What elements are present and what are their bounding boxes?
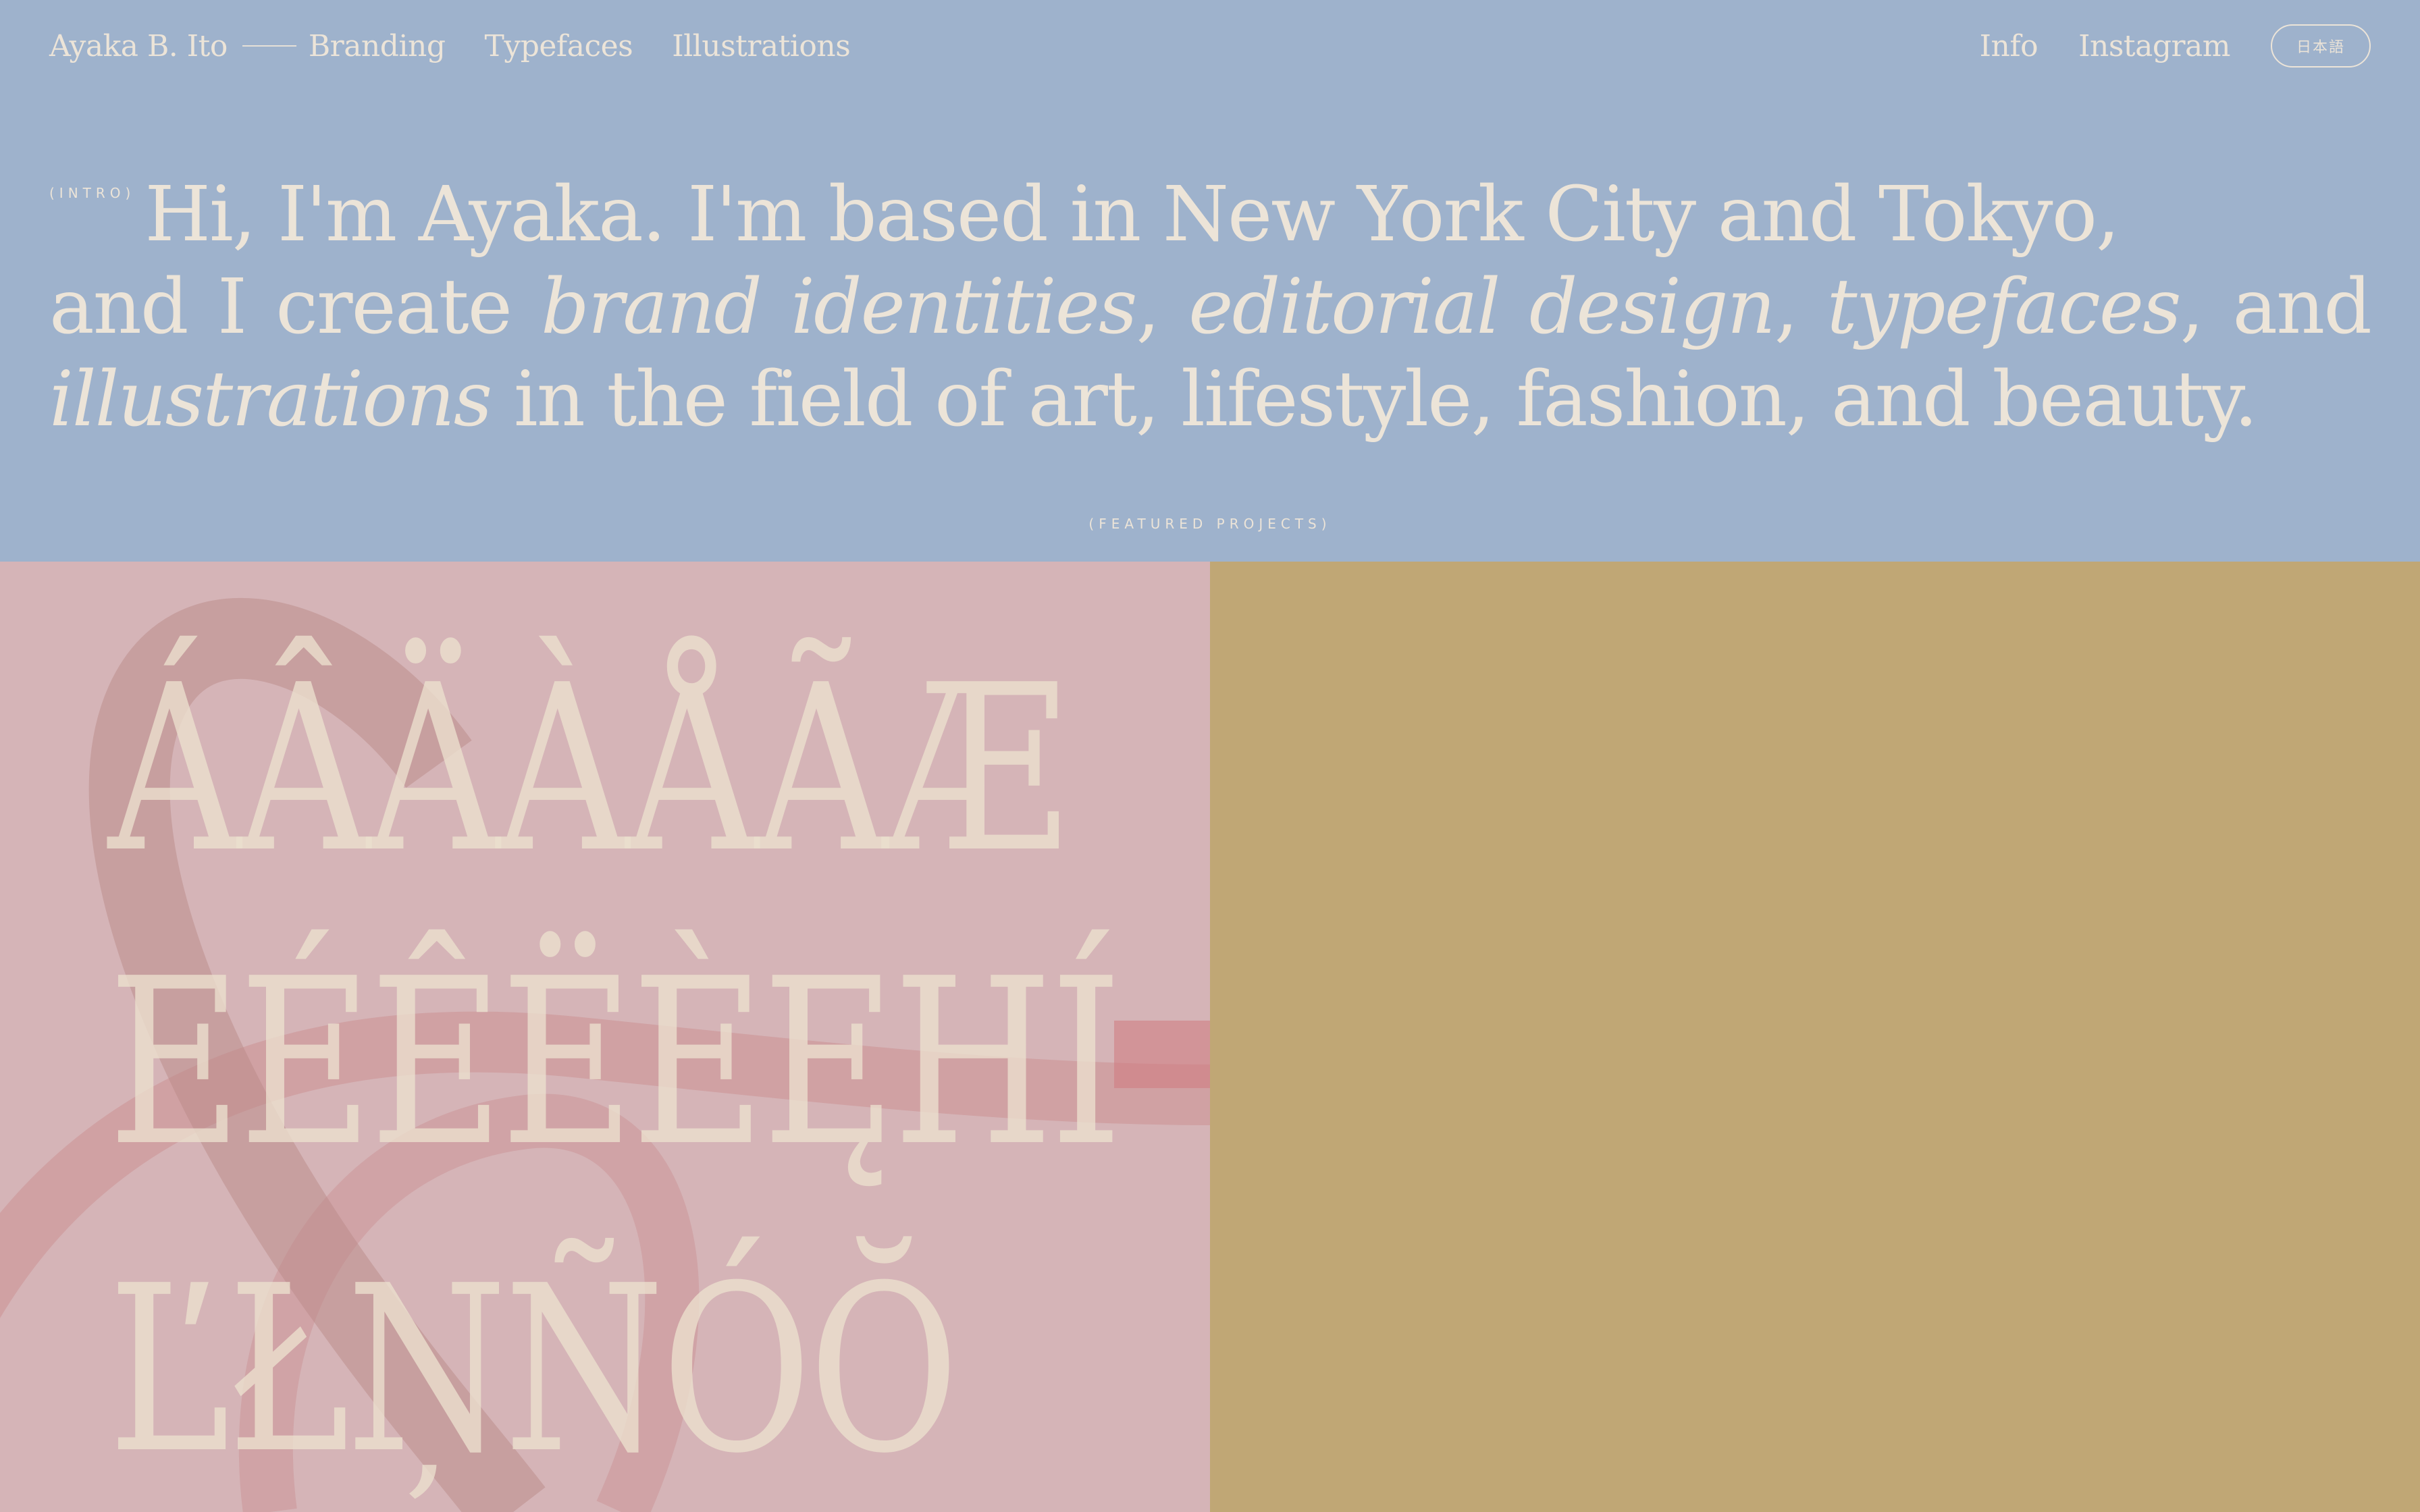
glyph-specimen-row-l: ĽŁŅÑÓŎ (108, 1237, 959, 1504)
intro-text-tail: in the field of art, lifestyle, fashion,… (491, 356, 2258, 443)
intro-text-and: and I create (49, 263, 542, 351)
nav-link-branding[interactable]: Branding (309, 29, 446, 63)
intro-label: (INTRO) (49, 185, 136, 201)
nav-right-group: Info Instagram 日本語 (1939, 24, 2371, 68)
intro-emphasis-illustrations: illustrations (49, 356, 492, 443)
glyph-specimen-row-a: ÁÂÄÀÅÃÆ (108, 636, 1068, 903)
intro-emphasis-editorial-design: editorial design (1188, 263, 1775, 351)
intro-line-1: Hi, I'm Ayaka. I'm based in New York Cit… (144, 171, 2120, 259)
nav-link-instagram[interactable]: Instagram (2078, 29, 2230, 63)
intro-separator-1: , (1136, 263, 1189, 351)
intro-separator-3: , and (2180, 263, 2372, 351)
intro-emphasis-typefaces: typefaces (1826, 263, 2182, 351)
language-toggle-button[interactable]: 日本語 (2271, 24, 2371, 68)
nav-link-illustrations[interactable]: Illustrations (672, 29, 851, 63)
intro-first-line: (INTRO) Hi, I'm Ayaka. I'm based in New Y… (49, 169, 2371, 261)
nav-left-group: Ayaka B. Ito Branding Typefaces Illustra… (49, 24, 889, 68)
site-brand-link[interactable]: Ayaka B. Ito (49, 29, 228, 63)
glyph-specimen-row-e: EÉÊËÈĘHÍ (108, 929, 1122, 1197)
featured-project-typeface-card[interactable]: ÁÂÄÀÅÃÆ EÉÊËÈĘHÍ ĽŁŅÑÓŎ (0, 562, 1210, 1512)
top-navigation: Ayaka B. Ito Branding Typefaces Illustra… (0, 0, 2420, 94)
nav-link-typefaces[interactable]: Typefaces (485, 29, 633, 63)
intro-separator-2: , (1774, 263, 1827, 351)
brand-divider (242, 45, 296, 47)
intro-emphasis-brand-identities: brand identities (541, 263, 1137, 351)
intro-paragraph: (INTRO) Hi, I'm Ayaka. I'm based in New Y… (49, 169, 2372, 446)
featured-project-card-2[interactable] (1210, 562, 2420, 1512)
featured-projects-label: (FEATURED PROJECTS) (1088, 516, 1332, 532)
nav-link-info[interactable]: Info (1980, 29, 2038, 63)
